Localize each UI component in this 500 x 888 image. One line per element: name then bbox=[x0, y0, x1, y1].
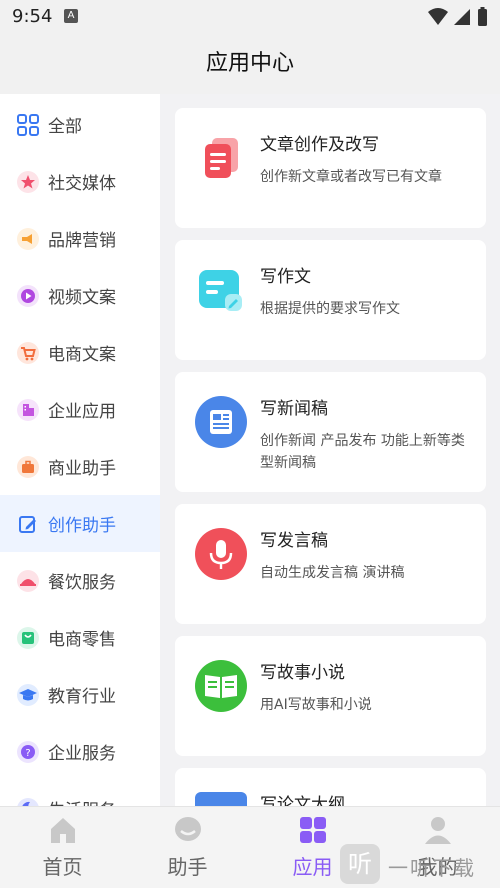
apps-icon bbox=[300, 817, 326, 843]
status-bar: 9:54 A bbox=[0, 0, 500, 34]
outline-icon bbox=[195, 792, 247, 806]
sidebar-item-label: 企业应用 bbox=[48, 402, 116, 422]
documents-icon bbox=[195, 132, 247, 184]
bag-icon bbox=[16, 626, 40, 650]
card-title: 文章创作及改写 bbox=[260, 135, 379, 155]
sidebar-item-enterprise-apps[interactable]: 企业应用 bbox=[0, 381, 160, 438]
watermark: 听 一听下载 bbox=[340, 840, 500, 888]
sidebar-item-video-copy[interactable]: 视频文案 bbox=[0, 267, 160, 324]
card-title: 写新闻稿 bbox=[260, 399, 328, 419]
battery-icon bbox=[478, 9, 487, 26]
sidebar-item-enterprise-services[interactable]: ? 企业服务 bbox=[0, 723, 160, 780]
tab-assistant[interactable]: 助手 bbox=[125, 807, 250, 888]
watermark-logo: 听 bbox=[340, 844, 380, 884]
sidebar-item-label: 企业服务 bbox=[48, 744, 116, 764]
question-icon: ? bbox=[16, 740, 40, 764]
app-card-story-novel[interactable]: 写故事小说 用AI写故事和小说 bbox=[175, 636, 486, 756]
svg-text:?: ? bbox=[25, 748, 30, 759]
app-card-paper-outline[interactable]: 写论文大纲 bbox=[175, 768, 486, 806]
sidebar-item-label: 教育行业 bbox=[48, 687, 116, 707]
signal-icon bbox=[454, 9, 470, 25]
star-icon bbox=[16, 170, 40, 194]
edit-icon bbox=[16, 512, 40, 536]
card-description: 根据提供的要求写作文 bbox=[260, 301, 400, 317]
tab-label: 首页 bbox=[42, 855, 83, 879]
play-icon bbox=[16, 284, 40, 308]
card-title: 写论文大纲 bbox=[260, 795, 345, 806]
sidebar-item-social-media[interactable]: 社交媒体 bbox=[0, 153, 160, 210]
sidebar-item-writing-assistant[interactable]: 创作助手 bbox=[0, 495, 160, 552]
sidebar-item-label: 全部 bbox=[48, 117, 82, 137]
sidebar-item-label: 电商零售 bbox=[48, 630, 116, 650]
megaphone-icon bbox=[16, 227, 40, 251]
card-description: 创作新闻 产品发布 功能上新等类型新闻稿 bbox=[260, 433, 465, 471]
sidebar-item-business-assistant[interactable]: 商业助手 bbox=[0, 438, 160, 495]
card-description: 创作新文章或者改写已有文章 bbox=[260, 169, 442, 185]
sidebar-item-label: 社交媒体 bbox=[48, 174, 116, 194]
app-list[interactable]: 文章创作及改写 创作新文章或者改写已有文章 写作文 根据提供的要求写作文 写新闻… bbox=[160, 94, 500, 806]
notification-icon: A bbox=[64, 9, 78, 23]
dish-icon bbox=[16, 569, 40, 593]
microphone-icon bbox=[195, 528, 247, 580]
briefcase-icon bbox=[16, 455, 40, 479]
building-icon bbox=[16, 398, 40, 422]
sidebar-item-food-service[interactable]: 餐饮服务 bbox=[0, 552, 160, 609]
wifi-icon bbox=[428, 8, 448, 25]
page-title: 应用中心 bbox=[205, 51, 294, 76]
book-icon bbox=[195, 660, 247, 712]
status-time: 9:54 bbox=[12, 6, 53, 27]
sidebar-item-brand-marketing[interactable]: 品牌营销 bbox=[0, 210, 160, 267]
sidebar-item-education[interactable]: 教育行业 bbox=[0, 666, 160, 723]
app-card-essay[interactable]: 写作文 根据提供的要求写作文 bbox=[175, 240, 486, 360]
sidebar-item-label: 餐饮服务 bbox=[48, 573, 116, 593]
home-icon bbox=[51, 818, 75, 843]
sidebar-item-label: 商业助手 bbox=[48, 459, 116, 479]
app-card-press-release[interactable]: 写新闻稿 创作新闻 产品发布 功能上新等类型新闻稿 bbox=[175, 372, 486, 492]
status-icons bbox=[428, 7, 487, 26]
card-title: 写故事小说 bbox=[260, 663, 345, 683]
sidebar-item-all[interactable]: 全部 bbox=[0, 96, 160, 153]
sidebar-item-ecommerce-copy[interactable]: 电商文案 bbox=[0, 324, 160, 381]
tab-home[interactable]: 首页 bbox=[0, 807, 125, 888]
graduation-cap-icon bbox=[16, 683, 40, 707]
sidebar-item-label: 品牌营销 bbox=[48, 231, 116, 251]
chat-icon bbox=[175, 817, 201, 841]
app-card-speech[interactable]: 写发言稿 自动生成发言稿 演讲稿 bbox=[175, 504, 486, 624]
sidebar-item-ecommerce-retail[interactable]: 电商零售 bbox=[0, 609, 160, 666]
newspaper-icon bbox=[195, 396, 247, 448]
sidebar-item-life-services[interactable]: 生活服务 bbox=[0, 780, 160, 806]
card-description: 自动生成发言稿 演讲稿 bbox=[260, 565, 405, 581]
card-title: 写作文 bbox=[260, 267, 311, 287]
card-description: 用AI写故事和小说 bbox=[260, 697, 372, 713]
sidebar-item-label: 创作助手 bbox=[48, 516, 116, 536]
card-title: 写发言稿 bbox=[260, 531, 328, 551]
sidebar-item-label: 视频文案 bbox=[48, 288, 116, 308]
category-sidebar[interactable]: 全部 社交媒体 品牌营销 视频文案 电商文案 企业应用 商业助手 创作助手 餐饮… bbox=[0, 94, 160, 806]
sidebar-item-label: 生活服务 bbox=[48, 796, 116, 806]
moon-icon bbox=[16, 797, 40, 806]
app-header: 应用中心 bbox=[0, 34, 500, 94]
watermark-text: 一听下载 bbox=[388, 856, 476, 880]
tab-label: 助手 bbox=[167, 855, 208, 879]
note-icon bbox=[195, 264, 247, 316]
app-card-article-writing[interactable]: 文章创作及改写 创作新文章或者改写已有文章 bbox=[175, 108, 486, 228]
sidebar-item-label: 电商文案 bbox=[48, 345, 116, 365]
grid-icon bbox=[16, 113, 40, 137]
cart-icon bbox=[16, 341, 40, 365]
